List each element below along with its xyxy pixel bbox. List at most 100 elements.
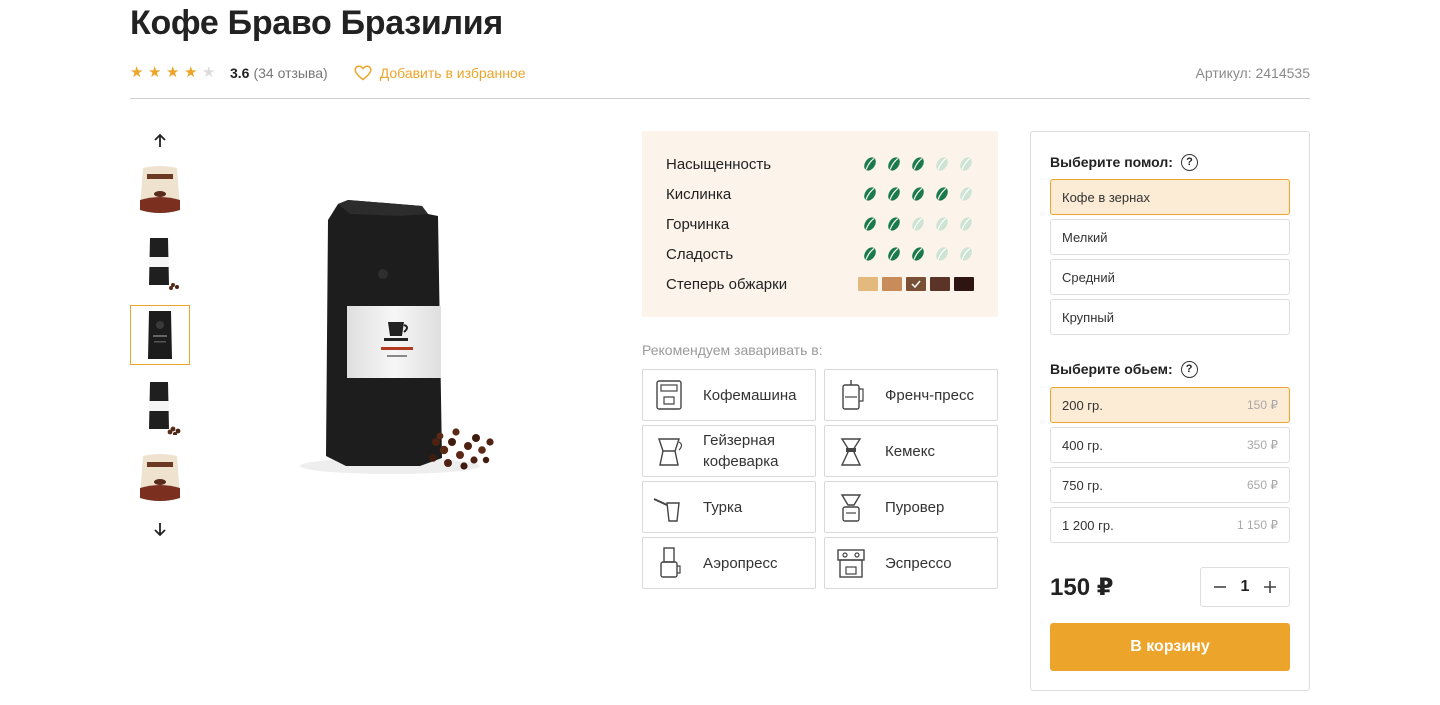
coffee-bean-empty-icon [958,186,974,202]
grind-heading: Выберите помол: ? [1050,152,1198,172]
french-press-icon [833,377,869,413]
thumbnail-2[interactable] [130,233,190,293]
coffee-bag-black-image [148,311,172,359]
intensity-scale [862,216,974,232]
reviews-count[interactable]: (34 отзыва) [253,65,327,81]
header-divider [130,98,1310,99]
star-icon: ★ [130,64,144,81]
thumbnail-1[interactable] [130,161,190,221]
characteristic-label: Насыщенность [666,155,772,173]
brew-method-label: Эспрессо [885,554,952,572]
check-icon [911,280,921,288]
volume-option-price: 150 ₽ [1247,398,1278,412]
turka-icon [651,489,687,525]
coffee-bean-empty-icon [958,216,974,232]
rating-stars: ★ ★ ★ ★ ★ [130,65,218,81]
add-to-cart-button[interactable]: В корзину [1050,623,1290,671]
brew-method-label: Турка [703,498,743,516]
roast-swatch [858,277,878,291]
roast-label: Степерь обжарки [666,275,788,293]
intensity-scale [862,186,974,202]
brew-method-moka-pot[interactable]: Гейзерная кофеварка [642,425,816,477]
volume-option-label: 750 гр. [1062,477,1103,493]
coffee-bean-empty-icon [934,246,950,262]
minus-icon [1214,586,1226,588]
roast-row: Степерь обжарки [666,269,974,299]
roast-swatch [882,277,902,291]
brew-method-pourover[interactable]: Пуровер [824,481,998,533]
coffee-bag-beige-image [140,166,180,213]
thumbnail-3[interactable] [130,305,190,365]
volume-option[interactable]: 750 гр. 650 ₽ [1050,467,1290,503]
heart-icon [354,65,372,81]
brew-method-chemex[interactable]: Кемекс [824,425,998,477]
brew-method-french-press[interactable]: Френч-пресс [824,369,998,421]
intensity-scale [862,246,974,262]
brew-method-aeropress[interactable]: Аэропресс [642,537,816,589]
coffee-bean-filled-icon [886,186,902,202]
grind-option[interactable]: Крупный [1050,299,1290,335]
add-to-favorites-button[interactable]: Добавить в избранное [354,65,526,81]
grind-option[interactable]: Мелкий [1050,219,1290,255]
thumbnails-up-button[interactable] [150,131,170,151]
help-icon[interactable]: ? [1180,360,1198,378]
roast-scale [858,277,974,291]
coffee-machine-icon [651,377,687,413]
volume-option[interactable]: 400 гр. 350 ₽ [1050,427,1290,463]
coffee-bean-filled-icon [910,246,926,262]
volume-option[interactable]: 200 гр. 150 ₽ [1050,387,1290,423]
brew-method-espresso[interactable]: Эспрессо [824,537,998,589]
total-price: 150 ₽ [1050,574,1114,601]
coffee-bean-empty-icon [934,156,950,172]
star-icon: ★ [148,64,162,81]
product-sku: Артикул: 2414535 [1195,65,1310,81]
thumbnail-4[interactable] [130,377,190,437]
volume-option-label: 200 гр. [1062,397,1103,413]
coffee-bean-filled-icon [886,156,902,172]
coffee-bag-beige-image [140,454,180,501]
volume-label: Выберите обьем: [1050,361,1173,377]
characteristic-row: Сладость [666,239,974,269]
grind-option[interactable]: Средний [1050,259,1290,295]
increase-quantity-button[interactable] [1261,578,1279,596]
coffee-bag-black-image [149,238,179,290]
star-empty-icon: ★ [202,64,216,81]
grind-options: Кофе в зернах Мелкий Средний Крупный [1050,179,1290,339]
coffee-bean-filled-icon [862,186,878,202]
coffee-bean-filled-icon [862,246,878,262]
coffee-bean-filled-icon [934,186,950,202]
coffee-bean-filled-icon [886,216,902,232]
characteristic-row: Кислинка [666,179,974,209]
quantity-value[interactable]: 1 [1241,578,1250,596]
volume-option-label: 400 гр. [1062,437,1103,453]
brew-method-turka[interactable]: Турка [642,481,816,533]
coffee-bean-empty-icon [910,216,926,232]
volume-option[interactable]: 1 200 гр. 1 150 ₽ [1050,507,1290,543]
aeropress-icon [651,545,687,581]
moka-pot-icon [651,433,687,469]
coffee-bean-empty-icon [934,216,950,232]
thumbnail-5[interactable] [130,449,190,509]
help-icon[interactable]: ? [1180,153,1198,171]
quantity-stepper: 1 [1200,567,1290,607]
arrow-up-icon [154,133,166,147]
roast-swatch [906,277,926,291]
brew-method-coffee-machine[interactable]: Кофемашина [642,369,816,421]
star-icon: ★ [184,64,198,81]
rating-value: 3.6 [230,65,250,81]
coffee-bean-filled-icon [910,156,926,172]
brew-method-label: Аэропресс [703,554,778,572]
brew-method-label: Френч-пресс [885,386,974,404]
grind-option[interactable]: Кофе в зернах [1050,179,1290,215]
add-to-favorites-label: Добавить в избранное [379,65,526,81]
coffee-bean-filled-icon [862,156,878,172]
intensity-scale [862,156,974,172]
decrease-quantity-button[interactable] [1211,578,1229,596]
thumbnails-down-button[interactable] [150,519,170,539]
grind-label: Выберите помол: [1050,154,1173,170]
purchase-panel: Выберите помол: ? Кофе в зернах Мелкий Сре… [1030,131,1310,691]
characteristic-label: Сладость [666,245,734,263]
product-title: Кофе Браво Бразилия [130,4,503,42]
espresso-icon [833,545,869,581]
volume-heading: Выберите обьем: ? [1050,359,1198,379]
